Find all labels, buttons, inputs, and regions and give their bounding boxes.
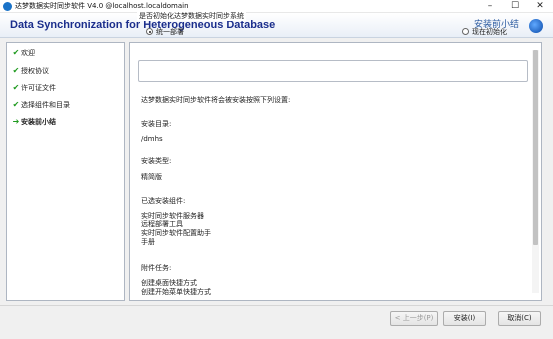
install-type-value: 精简版 [141, 173, 162, 181]
component-item: 远程部署工具 [141, 220, 183, 228]
app-icon [3, 2, 12, 11]
install-dir-value: /dmhs [141, 135, 163, 143]
back-button[interactable]: < 上一步(P) [390, 311, 438, 326]
install-dir-heading: 安装目录: [141, 120, 172, 128]
sidebar-item-license-agreement: ✔ 授权协议 [11, 66, 49, 76]
tasks-heading: 附件任务: [141, 264, 172, 272]
check-icon: ✔ [12, 83, 20, 92]
window-titlebar: 达梦数据实时同步软件 V4.0 @localhost.localdomain –… [0, 0, 553, 13]
sidebar-item-label: 许可证文件 [21, 84, 56, 92]
arrow-right-icon: ➔ [12, 117, 20, 126]
sidebar-item-license-file: ✔ 许可证文件 [11, 83, 56, 93]
check-icon: ✔ [12, 66, 20, 75]
cancel-button[interactable]: 取消(C) [498, 311, 541, 326]
components-heading: 已选安装组件: [141, 197, 186, 205]
task-item: 创建桌面快捷方式 [141, 279, 197, 287]
minimize-button[interactable]: – [477, 0, 503, 13]
scrollbar-thumb[interactable] [533, 50, 538, 245]
footer-divider [0, 305, 553, 306]
dm-logo-icon [529, 19, 543, 33]
component-item: 实时同步软件配置助手 [141, 229, 211, 237]
radio-init-now[interactable]: 现在初始化 [462, 27, 507, 37]
sidebar-item-summary: ➔ 安装前小结 [11, 117, 56, 127]
steps-sidebar: ✔ 欢迎 ✔ 授权协议 ✔ 许可证文件 ✔ 选择组件和目录 ➔ 安装前小结 [6, 42, 125, 301]
radio-unified-deploy[interactable]: 统一部署 [146, 27, 184, 37]
close-button[interactable]: ✕ [527, 0, 553, 13]
summary-scrollbar[interactable] [532, 50, 539, 293]
maximize-button[interactable]: ☐ [502, 0, 528, 13]
install-type-heading: 安装类型: [141, 157, 172, 165]
sidebar-item-label: 选择组件和目录 [21, 101, 70, 109]
init-option-group [138, 60, 528, 82]
radio-dot-icon [462, 28, 469, 35]
install-button[interactable]: 安装(I) [443, 311, 486, 326]
check-icon: ✔ [12, 100, 20, 109]
radio-label: 现在初始化 [472, 28, 507, 36]
sidebar-item-label: 安装前小结 [21, 118, 56, 126]
window-title: 达梦数据实时同步软件 V4.0 @localhost.localdomain [15, 2, 189, 10]
radio-label: 统一部署 [156, 28, 184, 36]
init-option-legend: 是否初始化达梦数据实时同步系统 [137, 12, 246, 21]
summary-panel [129, 42, 542, 301]
sidebar-item-label: 欢迎 [21, 49, 35, 57]
sidebar-item-label: 授权协议 [21, 67, 49, 75]
radio-dot-icon [146, 28, 153, 35]
component-item: 手册 [141, 238, 155, 246]
check-icon: ✔ [12, 48, 20, 57]
summary-intro: 达梦数据实时同步软件将会被安装按照下列设置: [141, 96, 291, 104]
sidebar-item-welcome: ✔ 欢迎 [11, 48, 35, 58]
task-item: 创建开始菜单快捷方式 [141, 288, 211, 296]
sidebar-item-components: ✔ 选择组件和目录 [11, 100, 70, 110]
